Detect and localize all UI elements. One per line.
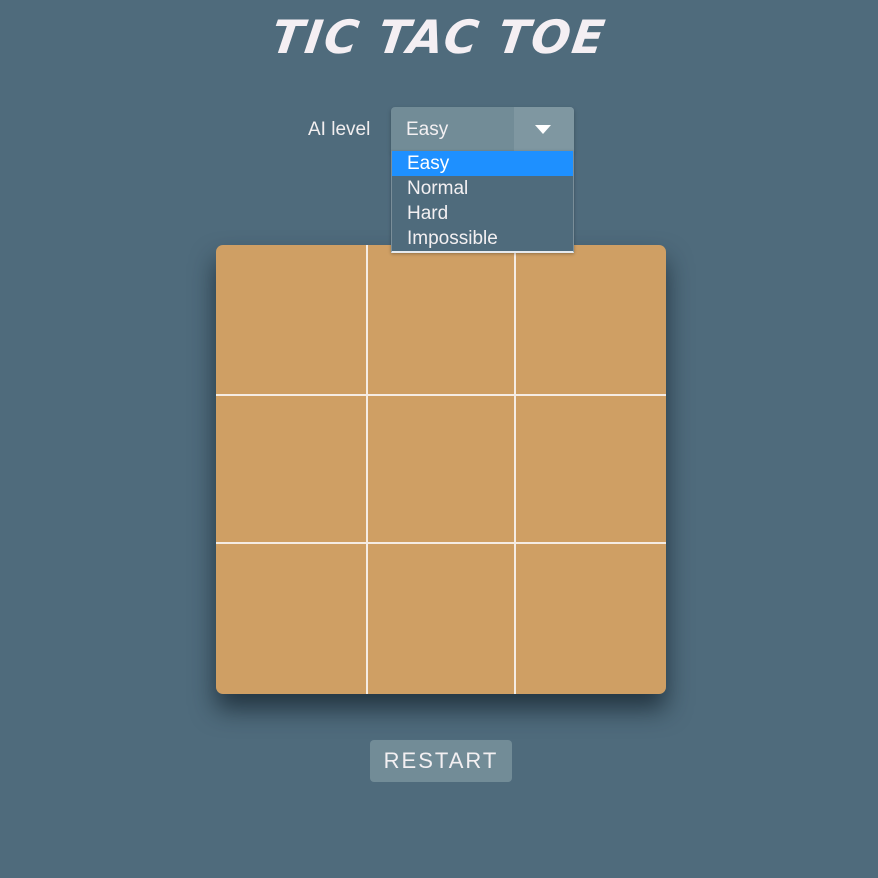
ai-level-label: AI level <box>308 119 371 140</box>
option-impossible[interactable]: Impossible <box>392 226 573 251</box>
grid-line <box>366 245 368 694</box>
board-cell[interactable] <box>366 545 516 694</box>
board-cell[interactable] <box>366 245 516 395</box>
board-cell[interactable] <box>216 545 366 694</box>
option-easy[interactable]: Easy <box>392 151 573 176</box>
board-cell[interactable] <box>516 545 666 694</box>
dropdown-toggle[interactable] <box>514 107 574 151</box>
ai-level-select[interactable]: Easy <box>391 107 574 151</box>
board-cell[interactable] <box>516 245 666 395</box>
grid-line <box>216 394 666 396</box>
ai-level-dropdown: Easy Normal Hard Impossible <box>391 151 574 253</box>
option-hard[interactable]: Hard <box>392 201 573 226</box>
grid-line <box>216 542 666 544</box>
board-cell[interactable] <box>516 395 666 545</box>
chevron-down-icon <box>535 125 551 134</box>
restart-button[interactable]: RESTART <box>370 740 512 782</box>
board-cell[interactable] <box>366 395 516 545</box>
ai-level-selected-value: Easy <box>406 119 449 140</box>
game-board <box>216 245 666 694</box>
board-cell[interactable] <box>216 395 366 545</box>
board-cell[interactable] <box>216 245 366 395</box>
grid-line <box>514 245 516 694</box>
option-normal[interactable]: Normal <box>392 176 573 201</box>
game-title: TIC TAC TOE <box>268 10 610 64</box>
